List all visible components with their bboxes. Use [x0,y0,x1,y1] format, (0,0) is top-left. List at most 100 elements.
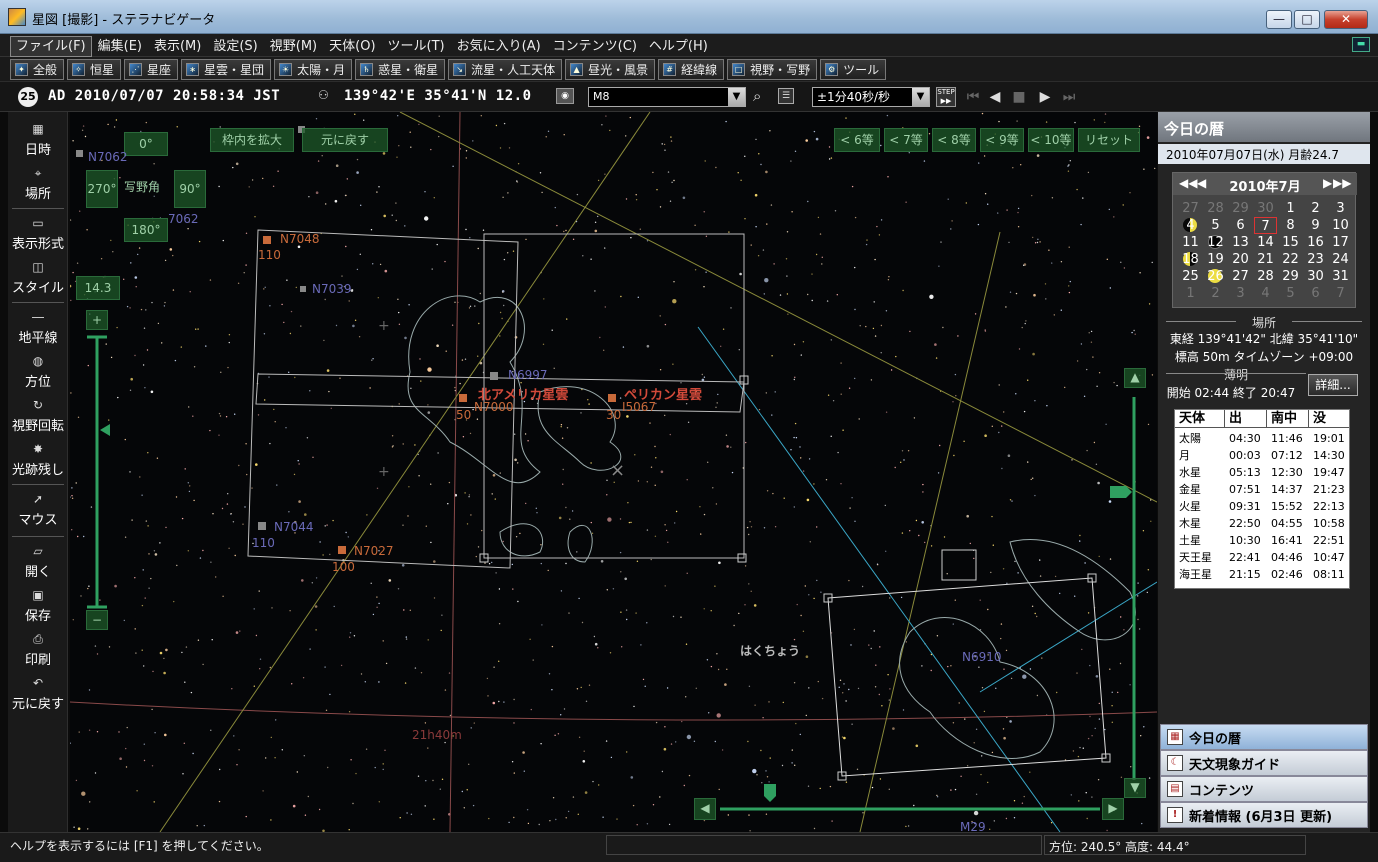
mag-reset-button[interactable]: リセット [1078,128,1140,152]
object-label[interactable]: N7027 [354,544,394,558]
calendar-day[interactable]: 16 [1304,234,1327,251]
toolbar-sun-moon-button[interactable]: ☀ 太陽・月 [274,59,353,80]
time-speed-combo[interactable]: ±1分40秒/秒 ▼ [812,87,930,107]
tab-today-calendar[interactable]: ▦ 今日の暦 [1160,724,1368,750]
menu-edit[interactable]: 編集(E) [92,36,148,57]
object-search-combo[interactable]: M8 ▼ [588,87,746,107]
enlarge-frame-button[interactable]: 枠内を拡大 [210,128,294,152]
object-marker[interactable] [490,372,498,380]
close-button[interactable]: ✕ [1324,10,1368,29]
object-label[interactable]: N7048 [280,232,320,246]
rotate-west-button[interactable]: 270° [86,170,118,208]
altitude-up-button[interactable]: ▲ [1124,368,1146,388]
style-button[interactable]: ◫ スタイル [8,260,68,296]
object-label[interactable]: 7062 [168,212,199,226]
calendar-day[interactable]: 2 [1204,285,1227,302]
object-marker[interactable] [76,150,83,157]
table-row[interactable]: 海王星 21:15 02:46 08:11 [1175,566,1349,583]
star-chart-view[interactable]: × + + 0° 270° 写野角 90° 180° 14.3 + − 枠内を拡… [70,112,1157,832]
zoom-in-button[interactable]: + [86,310,108,330]
chevron-down-icon[interactable]: ▼ [728,88,745,106]
toolbar-nebula-button[interactable]: ∗ 星雲・星団 [181,59,272,80]
object-label[interactable]: N7062 [88,150,128,164]
mag-limit-6-button[interactable]: < 6等 [834,128,880,152]
print-button[interactable]: ⎙ 印刷 [8,632,68,668]
skip-forward-icon[interactable]: ⏭ [1058,87,1080,107]
chevron-down-icon[interactable]: ▼ [912,88,929,106]
open-button[interactable]: ▱ 開く [8,544,68,580]
tab-news[interactable]: ! 新着情報 (6月3日 更新) [1160,802,1368,828]
calendar-day[interactable]: 11 [1179,234,1202,251]
mag-limit-9-button[interactable]: < 9等 [980,128,1024,152]
calendar-day[interactable]: 27 [1229,268,1252,285]
display-format-button[interactable]: ▭ 表示形式 [8,216,68,252]
play-icon[interactable]: ▶ [1034,87,1056,107]
calendar-day[interactable]: 3 [1229,285,1252,302]
object-marker[interactable] [459,394,467,402]
object-marker[interactable] [263,236,271,244]
rotate-east-button[interactable]: 90° [174,170,206,208]
menu-settings[interactable]: 設定(S) [207,36,263,57]
calendar-day[interactable]: 31 [1329,268,1352,285]
menu-favorites[interactable]: お気に入り(A) [451,36,547,57]
location-display[interactable]: 139°42'E 35°41'N 12.0 [344,88,532,104]
calendar-day[interactable]: 20 [1229,251,1252,268]
selection-frame[interactable] [827,577,1107,777]
search-icon[interactable]: ⌕ [753,87,771,105]
azimuth-left-button[interactable]: ◀ [694,798,716,820]
azimuth-right-button[interactable]: ▶ [1102,798,1124,820]
object-label[interactable]: I5067 [622,400,656,414]
toolbar-meteor-button[interactable]: ↘ 流星・人工天体 [448,59,563,80]
calendar-day[interactable]: 23 [1304,251,1327,268]
calendar-day[interactable]: 29 [1279,268,1302,285]
menu-file[interactable]: ファイル(F) [10,36,92,57]
datetime-button[interactable]: ▦ 日時 [8,122,68,158]
calendar-day[interactable]: 30 [1254,200,1277,217]
save-button[interactable]: ▣ 保存 [8,588,68,624]
calendar-day[interactable]: 21 [1254,251,1277,268]
table-row[interactable]: 月 00:03 07:12 14:30 [1175,447,1349,464]
calendar-day[interactable]: 5 [1204,217,1227,234]
layout-icon[interactable]: ▬ [1352,37,1370,52]
horizon-button[interactable]: ― 地平線 [8,310,68,346]
step-back-icon[interactable]: ◀ [984,87,1006,107]
calendar-day[interactable]: 29 [1229,200,1252,217]
toolbar-landscape-button[interactable]: ▲ 昼光・風景 [565,59,656,80]
altitude-down-button[interactable]: ▼ [1124,778,1146,798]
toolbar-field-of-view-button[interactable]: □ 視野・写野 [727,59,818,80]
rotate-south-button[interactable]: 180° [124,218,168,242]
toolbar-gridline-button[interactable]: # 経緯線 [658,59,725,80]
skip-back-icon[interactable]: ⏮ [962,87,984,107]
calendar-day[interactable]: 1 [1279,200,1302,217]
maximize-button[interactable]: □ [1294,10,1320,29]
object-marker[interactable] [258,522,266,530]
calendar-day[interactable]: 28 [1254,268,1277,285]
object-label[interactable]: N6910 [962,650,1002,664]
toolbar-tool-button[interactable]: ⚙ ツール [820,59,887,80]
step-icon[interactable]: STEP ▶▶ [936,87,956,107]
calendar-day[interactable]: 17 [1329,234,1352,251]
calendar-day[interactable]: 4 [1179,217,1202,234]
calendar-day[interactable]: 8 [1279,217,1302,234]
constellation-name[interactable]: はくちょう [740,642,800,659]
menu-object[interactable]: 天体(O) [323,36,381,57]
object-label[interactable]: M29 [960,820,986,832]
mag-limit-8-button[interactable]: < 8等 [932,128,976,152]
calendar-day[interactable]: 27 [1179,200,1202,217]
datetime-display[interactable]: AD 2010/07/07 20:58:34 JST [48,88,280,104]
tab-astro-guide[interactable]: ☾ 天文現象ガイド [1160,750,1368,776]
toolbar-general-button[interactable]: ✦ 全般 [10,59,65,80]
calendar-day[interactable]: 4 [1254,285,1277,302]
mouse-button[interactable]: ➚ マウス [8,492,68,528]
zoom-out-button[interactable]: − [86,610,108,630]
calendar-day[interactable]: 22 [1279,251,1302,268]
object-label[interactable]: N7044 [274,520,314,534]
toolbar-planet-button[interactable]: ♄ 惑星・衛星 [355,59,446,80]
menu-field[interactable]: 視野(M) [264,36,323,57]
object-label[interactable]: N7039 [312,282,352,296]
calendar-day[interactable]: 25 [1179,268,1202,285]
object-marker[interactable] [608,394,616,402]
tab-contents[interactable]: ▤ コンテンツ [1160,776,1368,802]
menu-tools[interactable]: ツール(T) [382,36,451,57]
calendar-day[interactable]: 15 [1279,234,1302,251]
